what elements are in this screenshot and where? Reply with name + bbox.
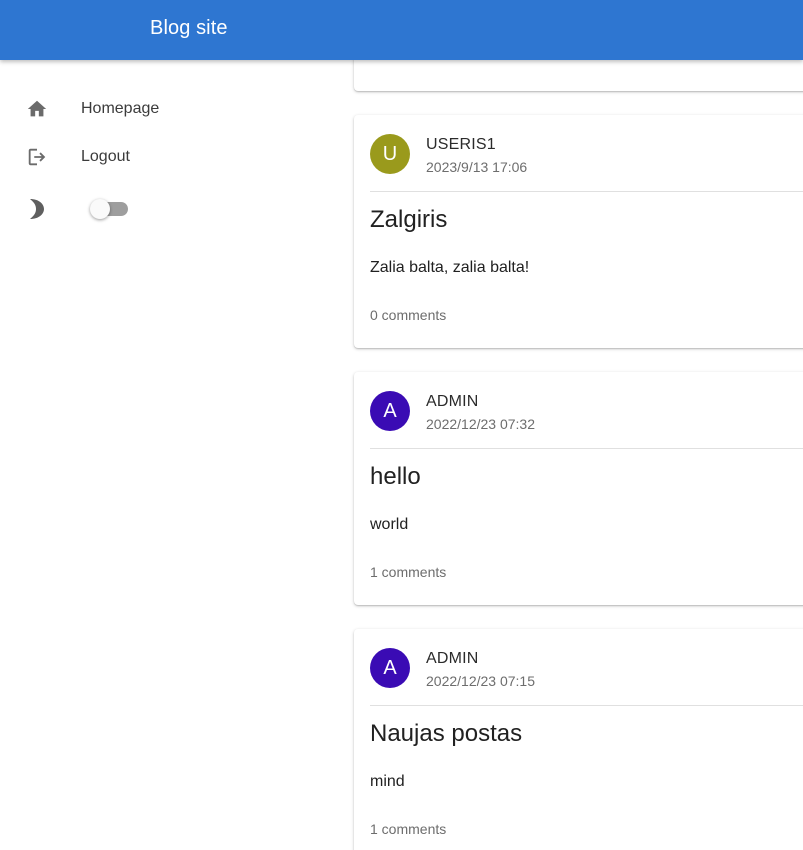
sidebar-item-label: Logout [81,148,130,165]
post-date: 2023/9/13 17:06 [426,159,528,175]
post-card[interactable]: A ADMIN 2022/12/23 07:15 Naujas postas m… [354,629,803,850]
moon-icon [28,198,46,220]
post-title[interactable]: Zalgiris [370,206,447,234]
post-author: USERIS1 [426,136,496,153]
post-author: ADMIN [426,393,479,410]
dark-mode-switch[interactable] [90,199,128,220]
post-comments-count[interactable]: 1 comments [370,821,446,837]
avatar: A [370,648,410,688]
post-body: Zalia balta, zalia balta! [370,259,530,276]
post-card[interactable]: A ADMIN 2022/12/23 07:32 hello world 1 c… [354,372,803,605]
post-title[interactable]: hello [370,463,421,491]
post-card[interactable]: U USERIS1 2023/9/13 17:06 Zalgiris Zalia… [354,115,803,348]
post-body: mind [370,773,405,790]
post-author: ADMIN [426,650,479,667]
post-comments-count[interactable]: 0 comments [370,307,446,323]
theme-toggle-row [0,188,330,232]
sidebar-item-homepage[interactable]: Homepage [0,86,330,130]
avatar: A [370,391,410,431]
app-bar: Blog site [0,0,803,60]
avatar: U [370,134,410,174]
post-title[interactable]: Naujas postas [370,720,522,748]
logout-icon [26,146,48,168]
divider [370,191,803,192]
sidebar-item-logout[interactable]: Logout [0,134,330,178]
home-icon [26,98,48,120]
sidebar: Homepage Logout [0,60,340,850]
post-date: 2022/12/23 07:32 [426,416,535,432]
post-body: world [370,516,409,533]
app-title: Blog site [150,17,228,39]
sidebar-item-label: Homepage [81,100,160,117]
post-date: 2022/12/23 07:15 [426,673,535,689]
divider [370,705,803,706]
post-comments-count[interactable]: 1 comments [370,564,446,580]
divider [370,448,803,449]
switch-thumb[interactable] [90,199,110,219]
